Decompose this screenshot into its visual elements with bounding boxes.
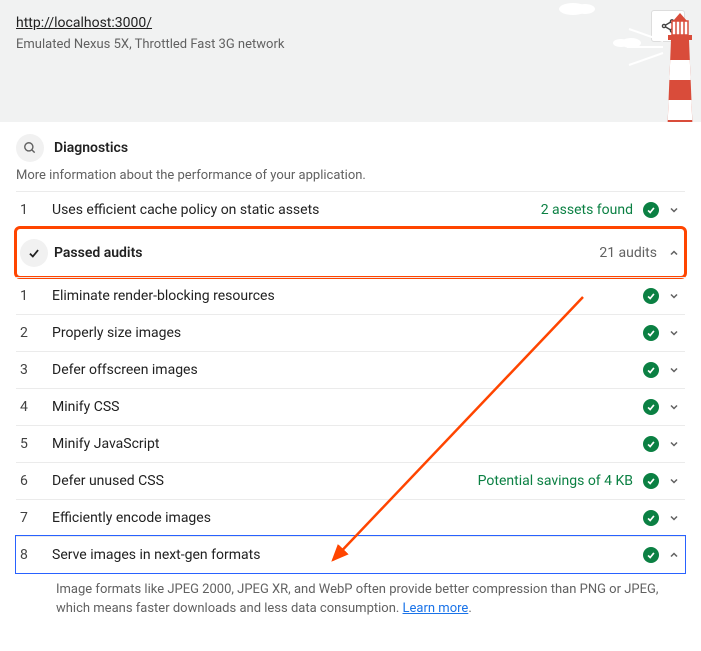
audit-detail: 2 assets found [541, 202, 633, 218]
audit-label: Defer offscreen images [52, 362, 643, 378]
chevron-down-icon [667, 511, 681, 525]
chevron-down-icon [667, 437, 681, 451]
audit-detail: Potential savings of 4 KB [478, 473, 633, 489]
share-button[interactable] [651, 10, 685, 42]
chevron-down-icon [667, 289, 681, 303]
audit-label: Uses efficient cache policy on static as… [52, 202, 541, 218]
audit-row[interactable]: 7Efficiently encode images [16, 499, 685, 536]
check-icon [643, 202, 659, 218]
learn-more-link[interactable]: Learn more [403, 601, 469, 616]
audit-label: Eliminate render-blocking resources [52, 288, 643, 304]
audit-index: 8 [20, 547, 52, 563]
audit-row[interactable]: 4Minify CSS [16, 388, 685, 425]
audit-row[interactable]: 1 Uses efficient cache policy on static … [16, 191, 685, 228]
passed-audits-list: 1Eliminate render-blocking resources2Pro… [16, 277, 685, 573]
audit-index: 5 [20, 436, 52, 452]
audit-index: 7 [20, 510, 52, 526]
report-header: http://localhost:3000/ Emulated Nexus 5X… [0, 0, 701, 122]
audit-row[interactable]: 5Minify JavaScript [16, 425, 685, 462]
share-icon [660, 18, 676, 34]
passed-audits-count: 21 audits [599, 245, 657, 261]
diagnostics-header[interactable]: Diagnostics [16, 134, 685, 162]
audit-expanded-description: Image formats like JPEG 2000, JPEG XR, a… [16, 573, 685, 629]
audit-index: 3 [20, 362, 52, 378]
check-icon [643, 288, 659, 304]
audit-row[interactable]: 3Defer offscreen images [16, 351, 685, 388]
audit-label: Minify CSS [52, 399, 643, 415]
audit-index: 4 [20, 399, 52, 415]
check-icon [643, 473, 659, 489]
audit-label: Properly size images [52, 325, 643, 341]
chevron-up-icon [667, 246, 681, 260]
check-icon [643, 547, 659, 563]
search-icon [16, 134, 44, 162]
audit-row[interactable]: 6Defer unused CSSPotential savings of 4 … [16, 462, 685, 499]
check-icon [643, 399, 659, 415]
check-icon [643, 510, 659, 526]
chevron-down-icon [667, 326, 681, 340]
passed-audits-header[interactable]: Passed audits 21 audits [16, 228, 685, 277]
environment-text: Emulated Nexus 5X, Throttled Fast 3G net… [16, 37, 284, 52]
audit-label: Minify JavaScript [52, 436, 643, 452]
audit-label: Efficiently encode images [52, 510, 643, 526]
check-icon [643, 436, 659, 452]
audit-label: Defer unused CSS [52, 473, 478, 489]
check-icon [643, 362, 659, 378]
audit-index: 1 [20, 288, 52, 304]
audit-row[interactable]: 8Serve images in next-gen formats [16, 536, 685, 573]
diagnostics-title: Diagnostics [54, 140, 128, 156]
chevron-up-icon [667, 548, 681, 562]
diagnostics-section: Diagnostics More information about the p… [0, 122, 701, 629]
chevron-down-icon [667, 203, 681, 217]
check-icon [20, 239, 48, 267]
passed-audits-title: Passed audits [54, 245, 599, 261]
audit-label: Serve images in next-gen formats [52, 547, 643, 563]
audit-index: 6 [20, 473, 52, 489]
chevron-down-icon [667, 363, 681, 377]
report-url[interactable]: http://localhost:3000/ [16, 15, 152, 31]
check-icon [643, 325, 659, 341]
audit-row[interactable]: 2Properly size images [16, 314, 685, 351]
chevron-down-icon [667, 400, 681, 414]
audit-index: 2 [20, 325, 52, 341]
chevron-down-icon [667, 474, 681, 488]
diagnostics-description: More information about the performance o… [16, 168, 685, 183]
audit-index: 1 [20, 202, 52, 218]
audit-row[interactable]: 1Eliminate render-blocking resources [16, 277, 685, 314]
